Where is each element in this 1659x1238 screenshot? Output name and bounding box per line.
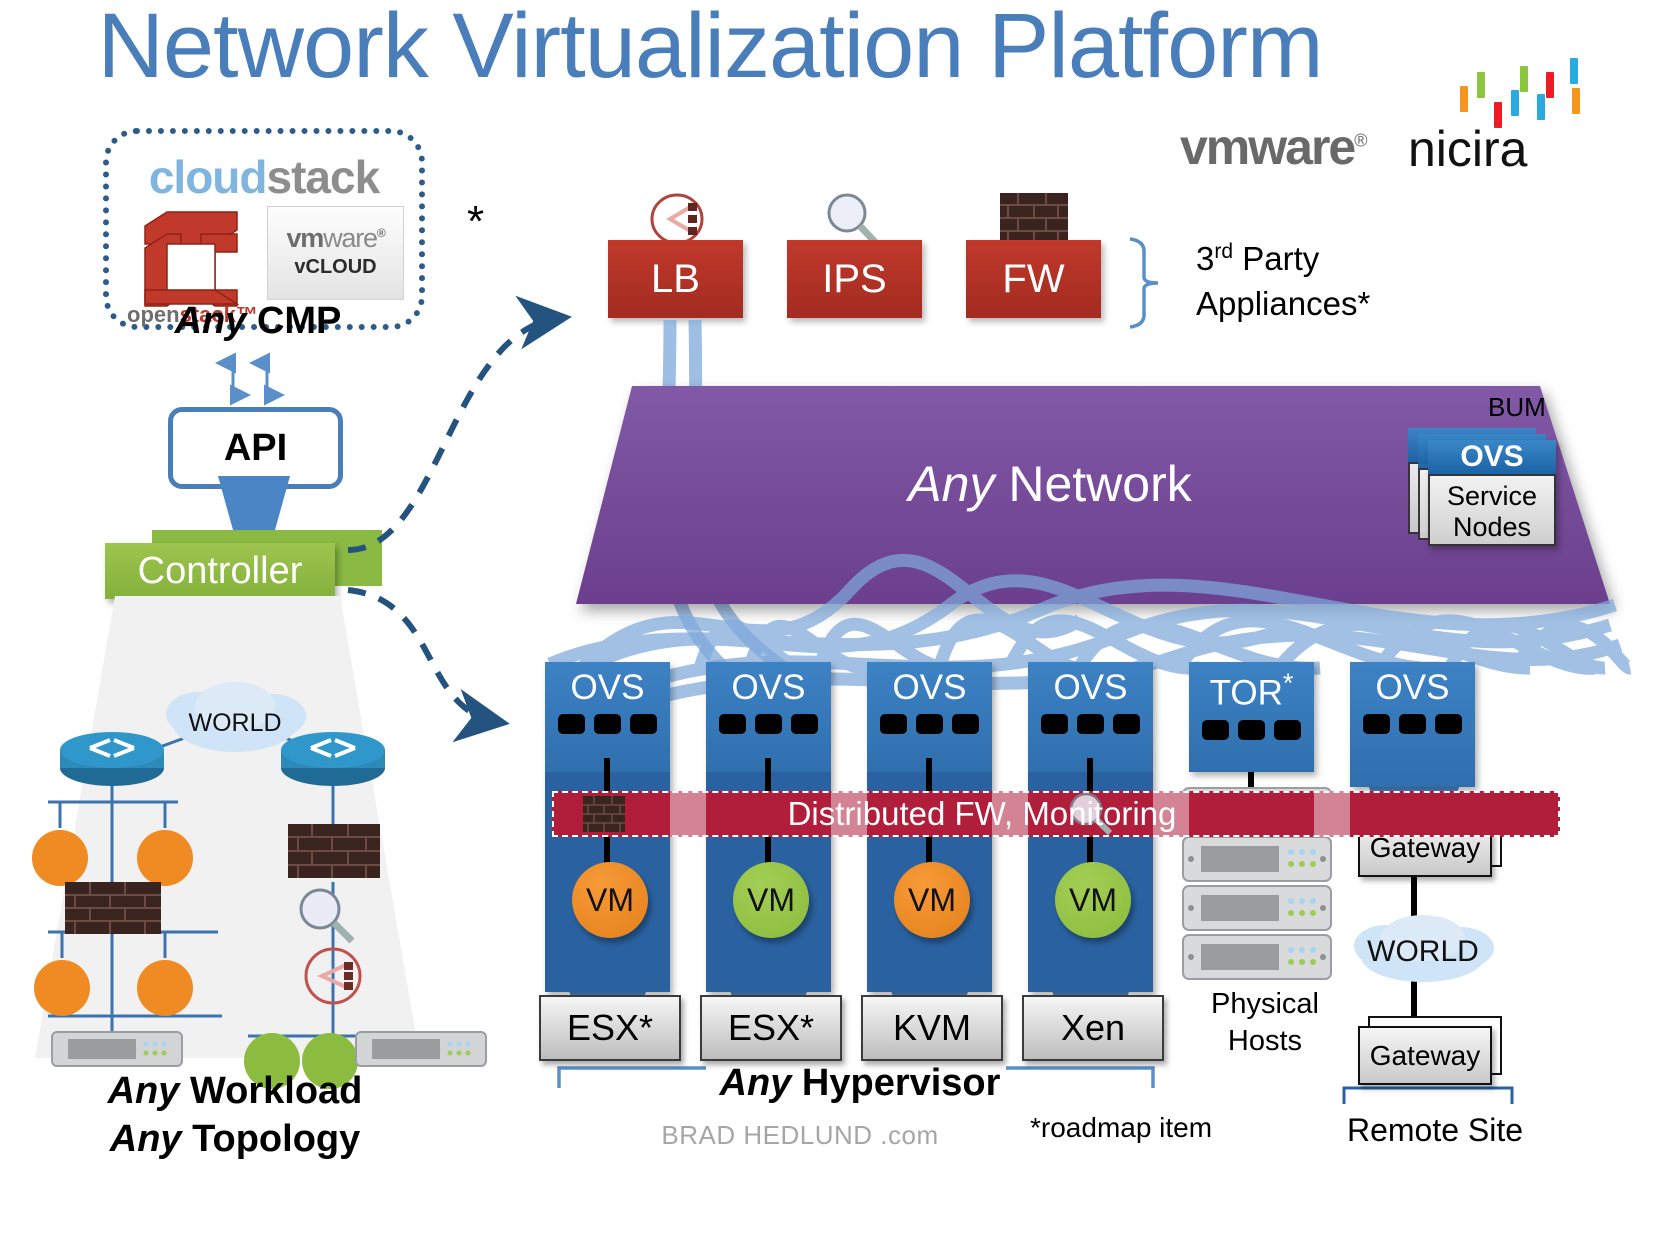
vmware-logo: vmware® (1180, 118, 1368, 176)
switch-column-4[interactable]: OVS (1028, 662, 1153, 772)
switch-header-label-tor: TOR (1209, 673, 1283, 713)
service-node-line2: Nodes (1452, 512, 1532, 542)
third-party-appliances-label-line1: 3rd Party (1196, 240, 1319, 278)
any-topology-any-word: Any (109, 1118, 182, 1160)
service-node-card[interactable]: OVS Service Nodes (1428, 440, 1556, 546)
vmware-logo-text: vmware (1180, 119, 1356, 175)
distributed-fw-label: Distributed FW, Monitoring (787, 795, 1177, 832)
nicira-logo-bars (1460, 58, 1580, 128)
switch-ports-1 (545, 708, 670, 734)
magnifier-icon (827, 193, 879, 246)
switch-column-3[interactable]: OVS (867, 662, 992, 772)
cloudstack-logo: cloudstack (109, 150, 419, 204)
page-title: Network Virtualization Platform (97, 0, 1323, 97)
vm-node-2[interactable]: VM (733, 862, 809, 938)
nicira-logo-text: nicira (1408, 121, 1528, 177)
controller-box[interactable]: Controller (105, 543, 335, 599)
service-node-header: OVS (1428, 440, 1556, 474)
any-hypervisor-bracket (557, 1066, 1155, 1088)
vcloud-vm-text: vm (286, 223, 324, 253)
router-icon-right (281, 732, 385, 786)
switch-column-2[interactable]: OVS (706, 662, 831, 772)
world-cloud-icon: WORLD (1354, 915, 1494, 982)
third-party-number: 3 (1196, 240, 1215, 277)
cloudstack-stack-text: stack (266, 151, 381, 203)
hypervisor-box-esx-2[interactable]: ESX* (700, 995, 842, 1061)
switch-column-1[interactable]: OVS (545, 662, 670, 772)
cmp-api-arrows (215, 352, 285, 406)
vcloud-vmware-text: vmware® (268, 223, 403, 254)
hypervisor-box-xen[interactable]: Xen (1022, 995, 1164, 1061)
router-icon-left (60, 732, 164, 786)
vcloud-ware-text: ware (323, 223, 378, 253)
hypervisor-box-esx-1[interactable]: ESX* (539, 995, 681, 1061)
roadmap-item-note: *roadmap item (1030, 1112, 1213, 1143)
third-party-word: Party (1233, 240, 1320, 277)
physical-server-icon-2 (355, 1031, 487, 1067)
any-cmp-rest-word: CMP (246, 300, 342, 342)
cloudstack-cloud-text: cloud (148, 151, 268, 203)
tor-roadmap-asterisk: * (1282, 668, 1294, 698)
physical-hosts-label-line1: Physical (1211, 988, 1319, 1020)
any-workload-any-word: Any (107, 1070, 180, 1112)
remote-site-label: Remote Site (1346, 1112, 1524, 1148)
any-cmp-any-word: Any (174, 300, 247, 342)
svg-text:WORLD: WORLD (1367, 935, 1479, 968)
switch-header-label-gw: OVS (1375, 668, 1450, 707)
switch-column-gateway-ovs[interactable]: OVS (1350, 662, 1475, 787)
openstack-icon (144, 211, 240, 307)
switch-header-label-2: OVS (731, 668, 806, 707)
any-topology-label: Any Topology (60, 1118, 410, 1161)
hypervisor-box-kvm[interactable]: KVM (861, 995, 1003, 1061)
brick-wall-icon-2 (288, 824, 380, 878)
switch-ports-2 (706, 708, 831, 734)
switch-header-label-1: OVS (570, 668, 645, 707)
bum-label: BUM (1488, 392, 1546, 422)
vm-node-1[interactable]: VM (572, 862, 648, 938)
service-node-body: Service Nodes (1428, 474, 1556, 546)
physical-hosts-label-line2: Hosts (1227, 1025, 1303, 1057)
load-balancer-icon (650, 193, 704, 245)
vmware-registered-mark: ® (1354, 130, 1367, 151)
remote-site-bracket (1342, 1086, 1514, 1104)
brick-wall-icon (1000, 193, 1068, 243)
third-party-ordinal: rd (1214, 240, 1234, 263)
gateway-bottom[interactable]: Gateway (1358, 1026, 1492, 1085)
credit-label: BRAD HEDLUND .com (661, 1120, 939, 1150)
switch-ports-3 (867, 708, 992, 734)
switch-header-label-4: OVS (1053, 668, 1128, 707)
vcloud-registered-mark: ® (376, 226, 386, 240)
service-node-line1: Service (1446, 481, 1538, 511)
vcloud-subtitle: vCLOUD (294, 256, 377, 278)
any-workload-rest-word: Workload (179, 1070, 363, 1112)
vcloud-roadmap-asterisk: * (467, 197, 485, 246)
brick-wall-icon (65, 882, 161, 934)
physical-server-icon (51, 1031, 183, 1067)
any-workload-label: Any Workload (60, 1070, 410, 1113)
any-topology-rest-word: Topology (181, 1118, 361, 1160)
switch-ports-gw (1350, 708, 1475, 734)
vm-node-3[interactable]: VM (894, 862, 970, 938)
svg-text:WORLD: WORLD (188, 709, 281, 737)
switch-ports-tor (1189, 714, 1314, 740)
vm-node-4[interactable]: VM (1055, 862, 1131, 938)
switch-header-label-3: OVS (892, 668, 967, 707)
switch-ports-4 (1028, 708, 1153, 734)
switch-column-tor[interactable]: TOR* (1189, 662, 1314, 772)
